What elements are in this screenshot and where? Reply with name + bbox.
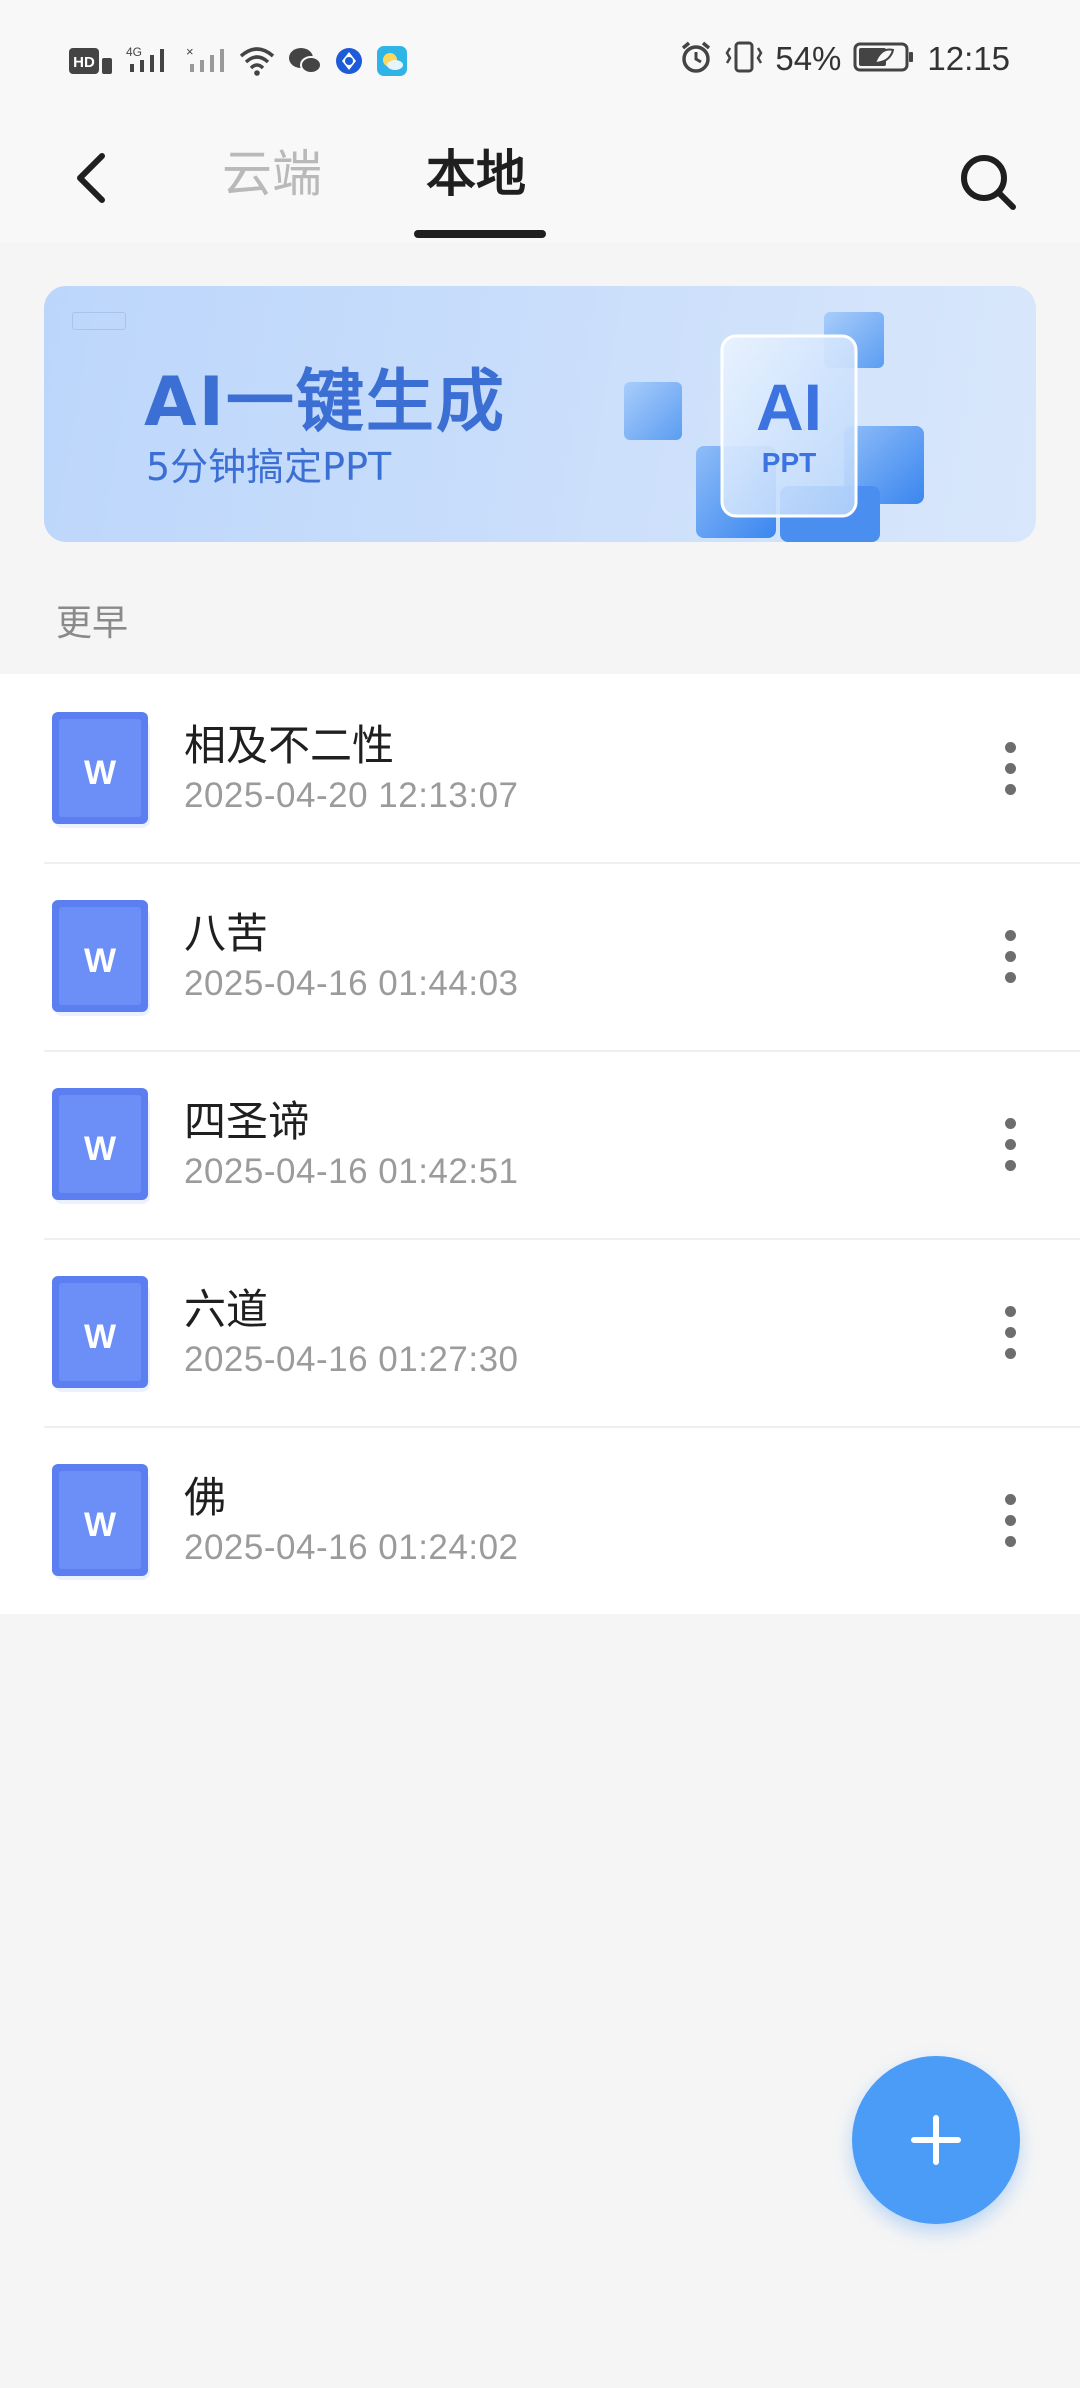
- signal-4g-icon: 4G: [126, 44, 174, 82]
- more-options-button[interactable]: [970, 1104, 1050, 1184]
- battery-percent: 54%: [775, 40, 842, 77]
- battery-icon: [853, 41, 915, 77]
- svg-text:W: W: [84, 942, 117, 980]
- back-button[interactable]: [60, 138, 120, 218]
- banner-art-label-ai: AI: [756, 370, 822, 444]
- screen: HD 4G × 54% 12:15 云端 本地 AI一键生成 5分钟搞定PPT …: [0, 0, 1080, 2388]
- file-list: W 相及不二性 2025-04-20 12:13:07 W 八苦 2025-04…: [0, 674, 1080, 1614]
- ai-ppt-banner[interactable]: AI一键生成 5分钟搞定PPT AI PPT: [44, 286, 1036, 542]
- word-doc-icon: W: [52, 1276, 150, 1392]
- banner-ad-badge: [72, 312, 126, 330]
- file-name: 佛: [184, 1473, 227, 1522]
- word-doc-icon: W: [52, 1088, 150, 1204]
- svg-text:W: W: [84, 1318, 117, 1356]
- file-row[interactable]: W 相及不二性 2025-04-20 12:13:07: [0, 674, 1080, 862]
- signal-no-sim-icon: ×: [186, 44, 226, 82]
- status-right: 54% 12:15: [679, 40, 1010, 78]
- more-vert-icon: [1004, 929, 1016, 941]
- status-bar: HD 4G × 54% 12:15: [0, 0, 1080, 130]
- file-date: 2025-04-16 01:44:03: [184, 964, 519, 1003]
- wifi-icon: [238, 46, 276, 80]
- word-doc-icon: W: [52, 900, 150, 1016]
- file-name: 相及不二性: [184, 721, 395, 770]
- more-vert-icon: [1004, 1305, 1016, 1317]
- file-row[interactable]: W 佛 2025-04-16 01:24:02: [0, 1426, 1080, 1614]
- vibrate-icon: [725, 40, 763, 78]
- alarm-icon: [679, 40, 713, 78]
- svg-text:4G: 4G: [126, 45, 142, 59]
- tab-active-indicator: [414, 230, 546, 238]
- plus-icon: [911, 2115, 961, 2165]
- add-file-button[interactable]: [852, 2056, 1020, 2224]
- file-row[interactable]: W 六道 2025-04-16 01:27:30: [0, 1238, 1080, 1426]
- search-button[interactable]: [948, 142, 1028, 222]
- wechat-icon: [288, 46, 322, 80]
- file-name: 八苦: [184, 909, 269, 958]
- file-date: 2025-04-16 01:27:30: [184, 1340, 519, 1379]
- more-options-button[interactable]: [970, 916, 1050, 996]
- app-icon-blue: [334, 46, 364, 80]
- search-icon: [961, 155, 1016, 210]
- section-label-earlier: 更早: [56, 603, 129, 644]
- file-row[interactable]: W 四圣谛 2025-04-16 01:42:51: [0, 1050, 1080, 1238]
- file-name: 六道: [184, 1285, 269, 1334]
- svg-text:×: ×: [186, 44, 194, 59]
- more-options-button[interactable]: [970, 1292, 1050, 1372]
- banner-subtitle: 5分钟搞定PPT: [146, 445, 392, 489]
- more-vert-icon: [1004, 741, 1016, 753]
- svg-text:W: W: [84, 1130, 117, 1168]
- file-date: 2025-04-16 01:42:51: [184, 1152, 519, 1191]
- file-date: 2025-04-16 01:24:02: [184, 1528, 519, 1567]
- status-time: 12:15: [927, 40, 1010, 77]
- tab-local[interactable]: 本地: [426, 134, 526, 206]
- svg-text:W: W: [84, 1506, 117, 1544]
- hd-icon: HD: [68, 46, 114, 80]
- svg-text:W: W: [84, 754, 117, 792]
- app-icon-weather: [376, 45, 408, 81]
- tab-cloud[interactable]: 云端: [222, 134, 322, 206]
- file-date: 2025-04-20 12:13:07: [184, 776, 519, 815]
- word-doc-icon: W: [52, 1464, 150, 1580]
- banner-title: AI一键生成: [144, 363, 506, 442]
- banner-art-label-ppt: PPT: [762, 447, 816, 478]
- more-options-button[interactable]: [970, 1480, 1050, 1560]
- more-options-button[interactable]: [970, 728, 1050, 808]
- file-row[interactable]: W 八苦 2025-04-16 01:44:03: [0, 862, 1080, 1050]
- status-left: HD 4G ×: [68, 44, 408, 82]
- ai-ppt-cubes-illustration: AI PPT: [624, 312, 924, 542]
- header: 云端 本地: [0, 130, 1080, 242]
- word-doc-icon: W: [52, 712, 150, 828]
- back-arrow-icon: [77, 153, 105, 203]
- file-name: 四圣谛: [184, 1097, 311, 1146]
- more-vert-icon: [1004, 1117, 1016, 1129]
- svg-text:HD: HD: [73, 54, 95, 71]
- more-vert-icon: [1004, 1493, 1016, 1505]
